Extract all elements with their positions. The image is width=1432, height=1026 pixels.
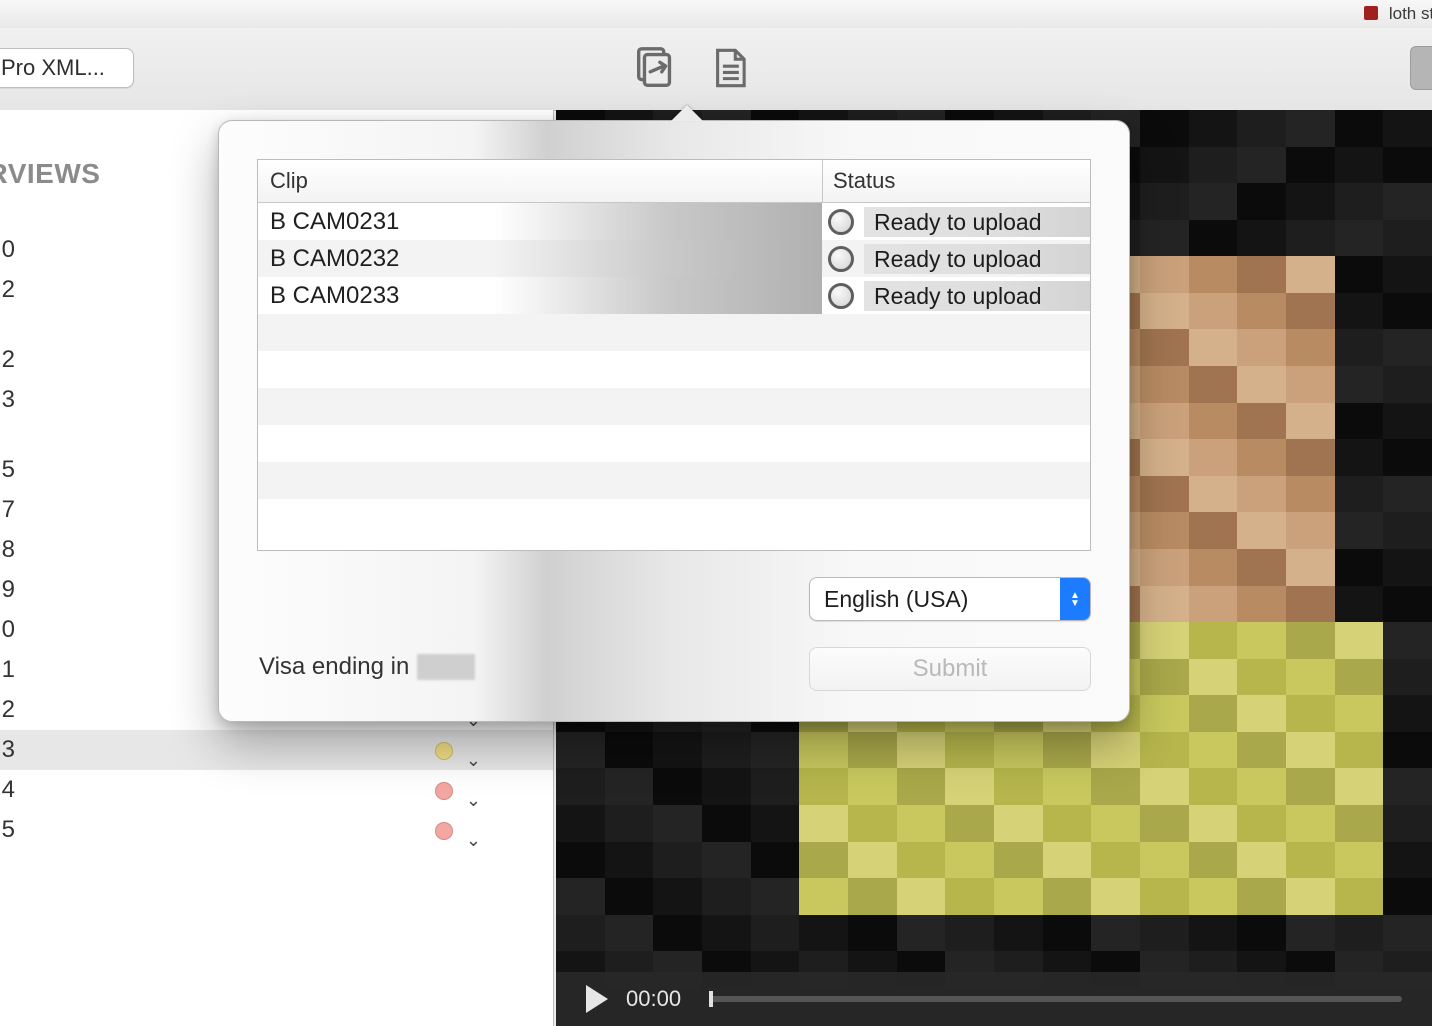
- payment-info: Visa ending in: [259, 653, 475, 681]
- table-row-empty: [258, 351, 1090, 388]
- list-item[interactable]: 3 ⌄: [0, 730, 553, 770]
- row-digit: 9: [0, 570, 15, 610]
- status-dot-icon: [435, 822, 453, 840]
- status-dot-icon: [435, 782, 453, 800]
- row-digit: 0: [0, 230, 15, 270]
- table-row[interactable]: B CAM0233 Ready to upload: [258, 277, 1090, 314]
- table-row-empty: [258, 388, 1090, 425]
- section-header-interviews: NTERVIEWS: [0, 158, 100, 190]
- document-icon[interactable]: [704, 42, 756, 94]
- play-icon[interactable]: [586, 985, 608, 1013]
- toolbar-right-button[interactable]: [1410, 46, 1432, 90]
- row-digit: 7: [0, 490, 15, 530]
- payment-prefix: Visa ending in: [259, 653, 409, 681]
- timecode: 00:00: [626, 986, 681, 1012]
- row-digit: 5: [0, 450, 15, 490]
- row-digit: 4: [0, 770, 15, 810]
- row-digit: 8: [0, 530, 15, 570]
- clip-table: Clip Status B CAM0231 Ready to upload B …: [257, 159, 1091, 551]
- title-badge-icon: [1364, 6, 1378, 20]
- row-digit: 2: [0, 340, 15, 380]
- progress-bar[interactable]: [709, 996, 1402, 1002]
- upload-popover: Clip Status B CAM0231 Ready to upload B …: [218, 120, 1130, 722]
- cell-clip: B CAM0231: [258, 203, 822, 240]
- window-titlebar: loth street i: [0, 0, 1432, 29]
- cell-status: Ready to upload: [864, 207, 1090, 237]
- table-row[interactable]: B CAM0232 Ready to upload: [258, 240, 1090, 277]
- cell-status: Ready to upload: [864, 244, 1090, 274]
- status-dot-icon: [435, 742, 453, 760]
- column-header-status[interactable]: Status: [823, 160, 1090, 202]
- submit-button[interactable]: Submit: [809, 647, 1091, 691]
- progress-knob[interactable]: [709, 991, 713, 1007]
- row-digit: 0: [0, 610, 15, 650]
- column-header-clip[interactable]: Clip: [258, 160, 823, 202]
- cell-clip: B CAM0232: [258, 240, 822, 277]
- cell-clip: B CAM0233: [258, 277, 822, 314]
- table-row[interactable]: B CAM0231 Ready to upload: [258, 203, 1090, 240]
- pro-xml-button[interactable]: Pro XML...: [0, 48, 134, 88]
- submit-label: Submit: [913, 655, 988, 682]
- row-digit: 2: [0, 270, 15, 310]
- payment-last4-redacted: [417, 654, 475, 680]
- video-controls: 00:00: [556, 972, 1432, 1026]
- export-stack-icon[interactable]: [630, 42, 682, 94]
- table-row-empty: [258, 499, 1090, 536]
- table-row-empty: [258, 462, 1090, 499]
- list-item[interactable]: 4 ⌄: [0, 770, 553, 810]
- clip-table-header: Clip Status: [258, 160, 1090, 203]
- cell-status: Ready to upload: [864, 281, 1090, 311]
- chevron-down-icon[interactable]: ⌄: [466, 820, 481, 860]
- status-led-icon: [828, 283, 854, 309]
- language-label: English (USA): [810, 578, 1060, 620]
- window-title: loth street i: [1389, 0, 1432, 28]
- status-led-icon: [828, 246, 854, 272]
- list-item[interactable]: 5 ⌄: [0, 810, 553, 850]
- table-row-empty: [258, 314, 1090, 351]
- clip-table-body: B CAM0231 Ready to upload B CAM0232 Read…: [258, 203, 1090, 536]
- row-digit: 3: [0, 730, 15, 770]
- row-digit: 3: [0, 380, 15, 420]
- status-led-icon: [828, 209, 854, 235]
- toolbar: Pro XML...: [0, 28, 1432, 111]
- table-row-empty: [258, 425, 1090, 462]
- row-digit: 2: [0, 690, 15, 730]
- select-stepper-icon: ▲▼: [1060, 578, 1090, 620]
- row-digit: 1: [0, 650, 15, 690]
- row-digit: 5: [0, 810, 15, 850]
- language-select[interactable]: English (USA) ▲▼: [809, 577, 1091, 621]
- pro-xml-label: Pro XML...: [1, 55, 105, 80]
